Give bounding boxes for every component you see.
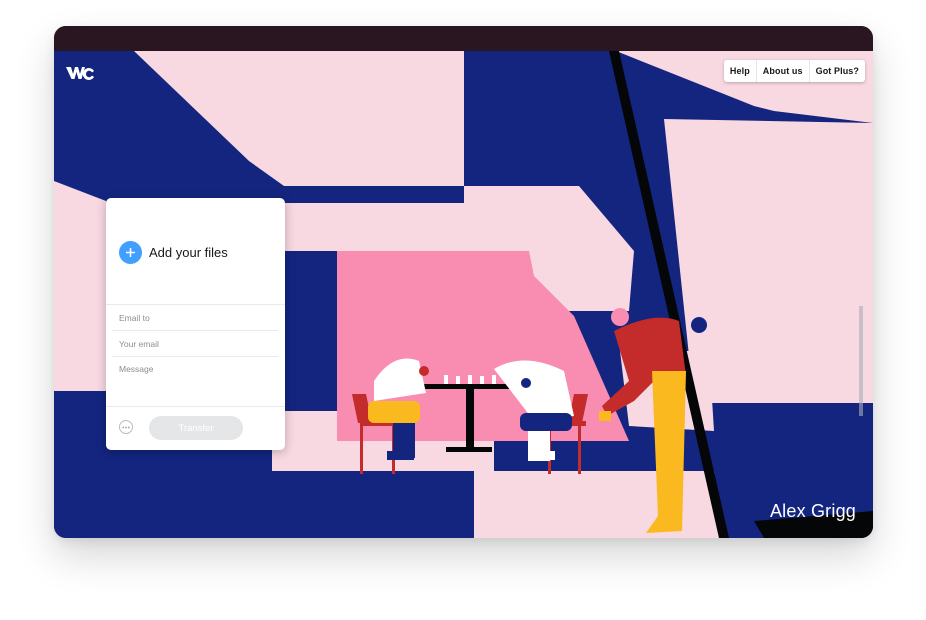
your-email-field[interactable] (112, 332, 278, 357)
message-field[interactable] (112, 358, 278, 402)
wetransfer-logo[interactable] (66, 65, 96, 81)
nav-help-link[interactable]: Help (724, 60, 756, 82)
nav-about-link[interactable]: About us (757, 60, 809, 82)
top-navigation: Help About us Got Plus? (723, 60, 865, 82)
more-options-icon (122, 426, 130, 428)
add-files-label: Add your files (149, 245, 228, 260)
panel-divider (106, 304, 285, 305)
background-artwork: Help About us Got Plus? Add your files E… (54, 51, 873, 538)
panel-divider (106, 406, 285, 407)
nav-plus-link[interactable]: Got Plus? (810, 60, 865, 82)
artist-credit: Alex Grigg (769, 501, 856, 521)
plus-icon (119, 241, 142, 264)
window-titlebar (54, 26, 873, 51)
browser-window: Help About us Got Plus? Add your files E… (54, 26, 873, 538)
email-to-field[interactable] (112, 306, 278, 331)
add-files-button[interactable]: Add your files (119, 241, 228, 264)
transfer-button[interactable]: Transfer (149, 416, 243, 440)
more-options-button[interactable] (119, 420, 133, 434)
transfer-panel: Add your files Transfer (106, 198, 285, 450)
